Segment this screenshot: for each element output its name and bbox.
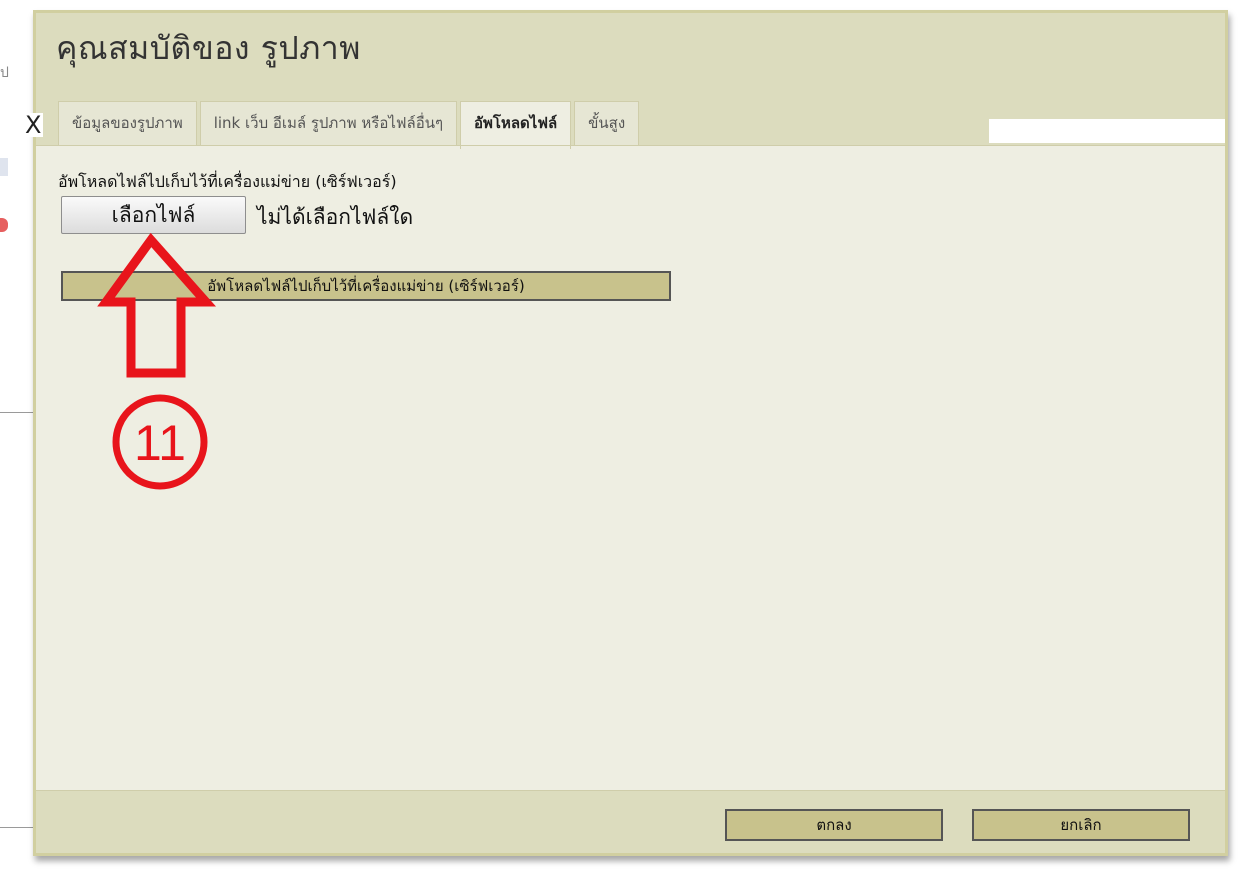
step-annotation: 11 [97,232,217,490]
annotation-arrow [97,232,217,378]
annotation-step-number: 11 [134,415,186,471]
